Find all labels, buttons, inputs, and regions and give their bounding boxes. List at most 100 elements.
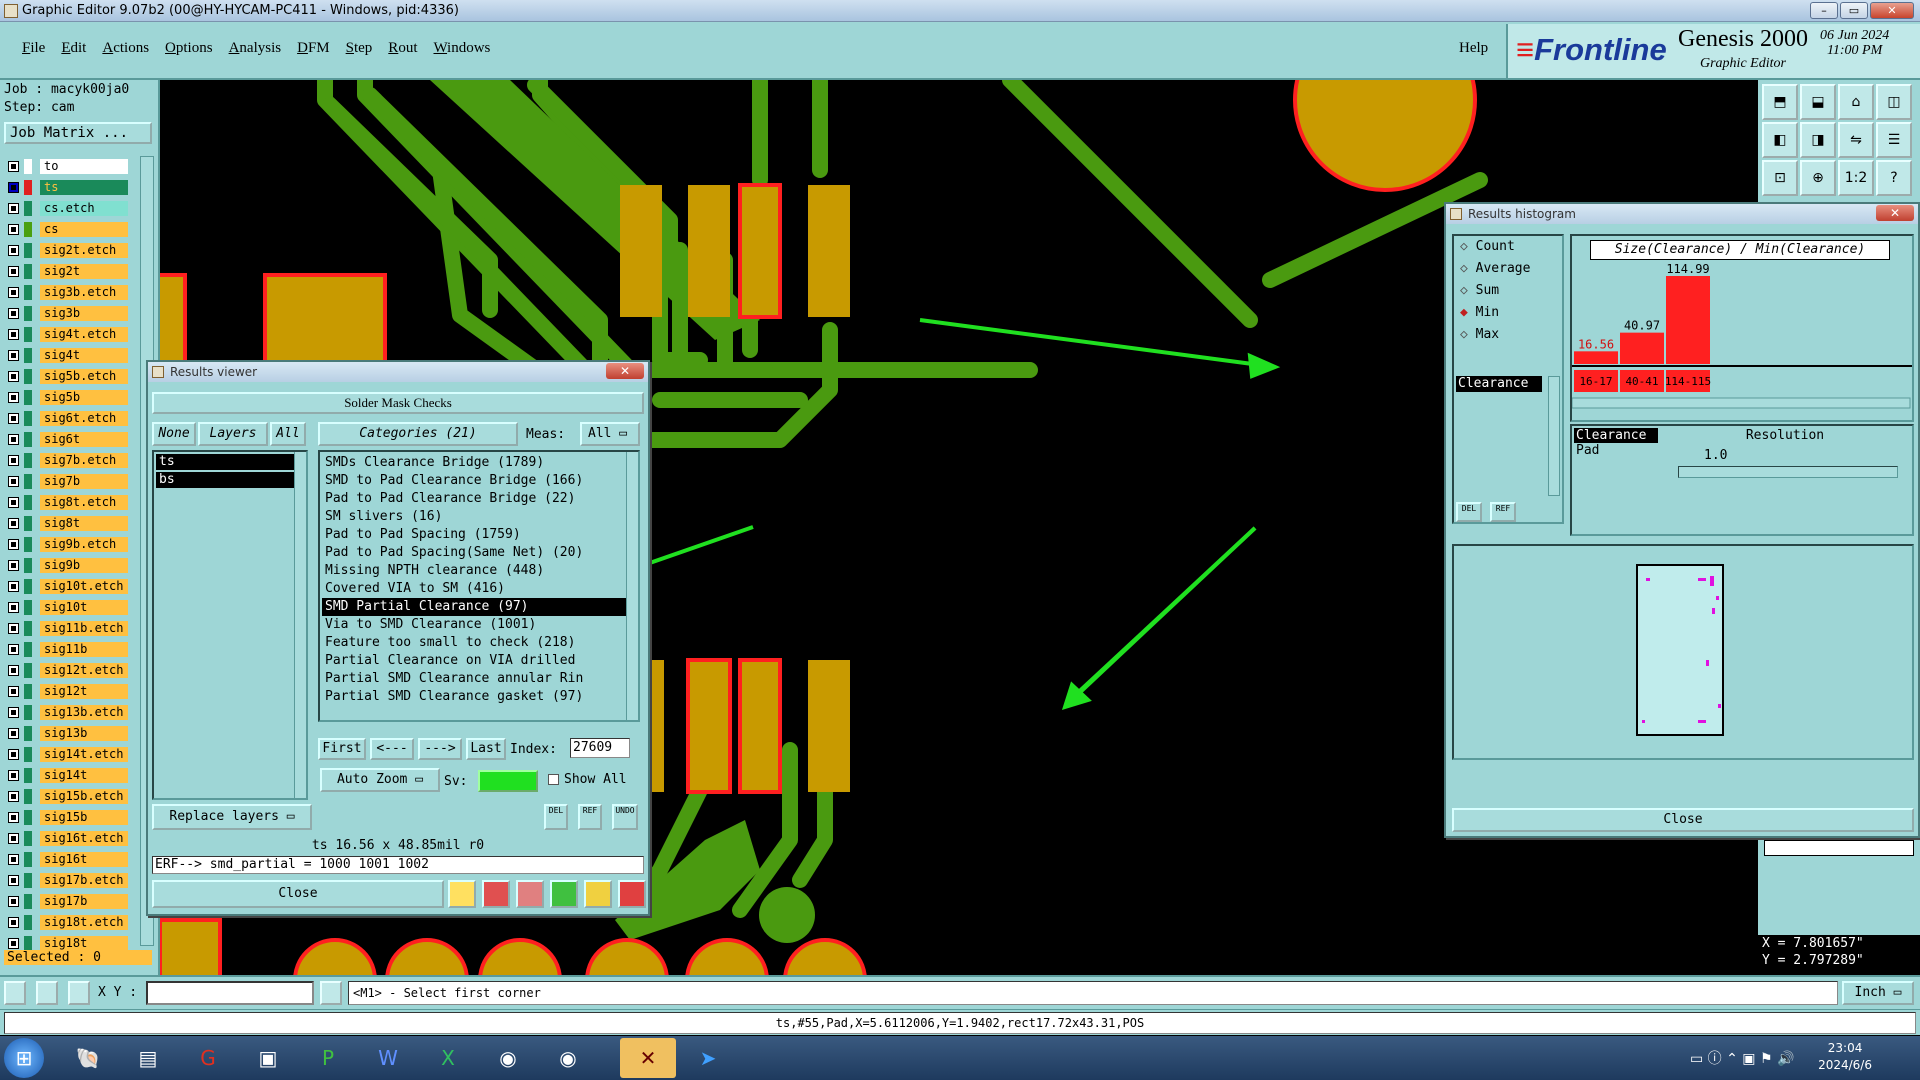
layer-name[interactable]: sig3b xyxy=(40,306,128,321)
layer-name[interactable]: sig6t.etch xyxy=(40,411,128,426)
radio-icon[interactable]: ◇ xyxy=(1460,239,1476,254)
close-button[interactable]: Close xyxy=(152,880,444,908)
minimize-button[interactable]: – xyxy=(1810,2,1838,19)
aggregation-option[interactable]: ◇ Max xyxy=(1454,324,1562,346)
app-p-icon[interactable]: P xyxy=(300,1038,356,1078)
menu-file[interactable]: File xyxy=(14,40,53,57)
result-layer-item[interactable]: bs xyxy=(156,472,296,488)
layer-name[interactable]: ts xyxy=(40,180,128,195)
close-icon[interactable]: ✕ xyxy=(1876,205,1914,221)
layer-row[interactable]: sig4t xyxy=(4,345,142,366)
chart-scrollbar[interactable] xyxy=(1572,397,1911,409)
layer-row[interactable]: sig15b xyxy=(4,807,142,828)
snap-icon[interactable]: ☰ xyxy=(1876,122,1912,158)
layer-row[interactable]: sig3b xyxy=(4,303,142,324)
layer-row[interactable]: sig9b.etch xyxy=(4,534,142,555)
genesis-icon-2[interactable]: ◉ xyxy=(540,1038,596,1078)
layer-name[interactable]: sig16t.etch xyxy=(40,831,128,846)
layer-checkbox[interactable] xyxy=(8,329,19,340)
layer-checkbox[interactable] xyxy=(8,476,19,487)
layer-checkbox[interactable] xyxy=(8,770,19,781)
histogram-bar[interactable] xyxy=(1574,351,1618,364)
menu-rout[interactable]: Rout xyxy=(380,40,425,57)
layer-name[interactable]: sig10t.etch xyxy=(40,579,128,594)
layer-checkbox[interactable] xyxy=(8,245,19,256)
layer-checkbox[interactable] xyxy=(8,644,19,655)
layer-name[interactable]: sig5b.etch xyxy=(40,369,128,384)
menu-step[interactable]: Step xyxy=(338,40,381,57)
fit-icon[interactable]: ⬒ xyxy=(1762,84,1798,120)
save-icon[interactable]: ▣ xyxy=(240,1038,296,1078)
layer-name[interactable]: sig9b xyxy=(40,558,128,573)
menu-windows[interactable]: Windows xyxy=(425,40,498,57)
ref-button[interactable]: REF xyxy=(578,804,602,830)
layer-row[interactable]: sig15b.etch xyxy=(4,786,142,807)
layer-row[interactable]: sig11b.etch xyxy=(4,618,142,639)
layer-name[interactable]: sig6t xyxy=(40,432,128,447)
histogram-bar[interactable] xyxy=(1666,276,1710,364)
layer-checkbox[interactable] xyxy=(8,917,19,928)
grid-icon[interactable] xyxy=(516,880,544,908)
layer-checkbox[interactable] xyxy=(8,938,19,949)
layer-checkbox[interactable] xyxy=(8,350,19,361)
measure-tool-icon[interactable] xyxy=(36,981,58,1005)
layer-checkbox[interactable] xyxy=(8,791,19,802)
layer-name[interactable]: sig16t xyxy=(40,852,128,867)
layer-row[interactable]: sig18t.etch xyxy=(4,912,142,933)
index-input[interactable]: 27609 xyxy=(570,738,630,758)
xy-input[interactable] xyxy=(146,981,314,1005)
layer-row[interactable]: cs.etch xyxy=(4,198,142,219)
layer-name[interactable]: sig15b xyxy=(40,810,128,825)
scale-icon[interactable]: 1:2 xyxy=(1838,160,1874,196)
layer-row[interactable]: sig8t.etch xyxy=(4,492,142,513)
layer-name[interactable]: sig18t xyxy=(40,936,128,951)
layer-checkbox[interactable] xyxy=(8,854,19,865)
layer-checkbox[interactable] xyxy=(8,287,19,298)
layer-name[interactable]: sig7b xyxy=(40,474,128,489)
layer-checkbox[interactable] xyxy=(8,623,19,634)
category-item[interactable]: Missing NPTH clearance (448) xyxy=(322,562,628,580)
layer-checkbox[interactable] xyxy=(8,728,19,739)
aggregation-option[interactable]: ◆ Min xyxy=(1454,302,1562,324)
layer-name[interactable]: cs.etch xyxy=(40,201,128,216)
category-item[interactable]: SM slivers (16) xyxy=(322,508,628,526)
layer-checkbox[interactable] xyxy=(8,497,19,508)
layer-name[interactable]: sig17b xyxy=(40,894,128,909)
layer-checkbox[interactable] xyxy=(8,539,19,550)
layer-name[interactable]: sig17b.etch xyxy=(40,873,128,888)
layer-name[interactable]: sig13b.etch xyxy=(40,705,128,720)
auto-zoom-select[interactable]: Auto Zoom ▭ xyxy=(320,768,440,792)
layer-name[interactable]: sig4t xyxy=(40,348,128,363)
layer-row[interactable]: sig2t xyxy=(4,261,142,282)
line-tool-icon[interactable] xyxy=(4,981,26,1005)
del-button[interactable]: DEL xyxy=(1456,502,1482,522)
radio-icon[interactable]: ◇ xyxy=(1460,283,1476,298)
scrollbar[interactable] xyxy=(1548,376,1560,496)
layer-row[interactable]: sig10t.etch xyxy=(4,576,142,597)
lower-list-item[interactable]: Clearance xyxy=(1574,428,1658,443)
layer-checkbox[interactable] xyxy=(8,455,19,466)
results-viewer-titlebar[interactable]: Results viewer ✕ xyxy=(148,362,648,382)
layer-name[interactable]: sig11b xyxy=(40,642,128,657)
show-all-checkbox[interactable] xyxy=(548,774,559,785)
first-button[interactable]: First xyxy=(318,738,366,760)
layer-checkbox[interactable] xyxy=(8,896,19,907)
notepad-icon[interactable]: ▤ xyxy=(120,1038,176,1078)
layer-row[interactable]: sig11b xyxy=(4,639,142,660)
layer-row[interactable]: sig14t.etch xyxy=(4,744,142,765)
layer-checkbox[interactable] xyxy=(8,812,19,823)
layer-name[interactable]: sig2t xyxy=(40,264,128,279)
scrollbar[interactable] xyxy=(294,452,306,798)
layer-row[interactable]: ts xyxy=(4,177,142,198)
layer-row[interactable]: sig12t.etch xyxy=(4,660,142,681)
layer-name[interactable]: sig3b.etch xyxy=(40,285,128,300)
tray-icons[interactable]: ▭ ⓘ ⌃ ▣ ⚑ 🔊 xyxy=(1690,1048,1794,1068)
aggregation-option[interactable]: ◇ Average xyxy=(1454,258,1562,280)
layer-name[interactable]: sig7b.etch xyxy=(40,453,128,468)
category-item[interactable]: SMD Partial Clearance (97) xyxy=(322,598,628,616)
layer-row[interactable]: sig10t xyxy=(4,597,142,618)
maximize-button[interactable]: ▭ xyxy=(1840,2,1868,19)
excel-icon[interactable]: X xyxy=(420,1038,476,1078)
arrow-app-icon[interactable]: ➤ xyxy=(680,1038,736,1078)
layer-row[interactable]: sig7b.etch xyxy=(4,450,142,471)
